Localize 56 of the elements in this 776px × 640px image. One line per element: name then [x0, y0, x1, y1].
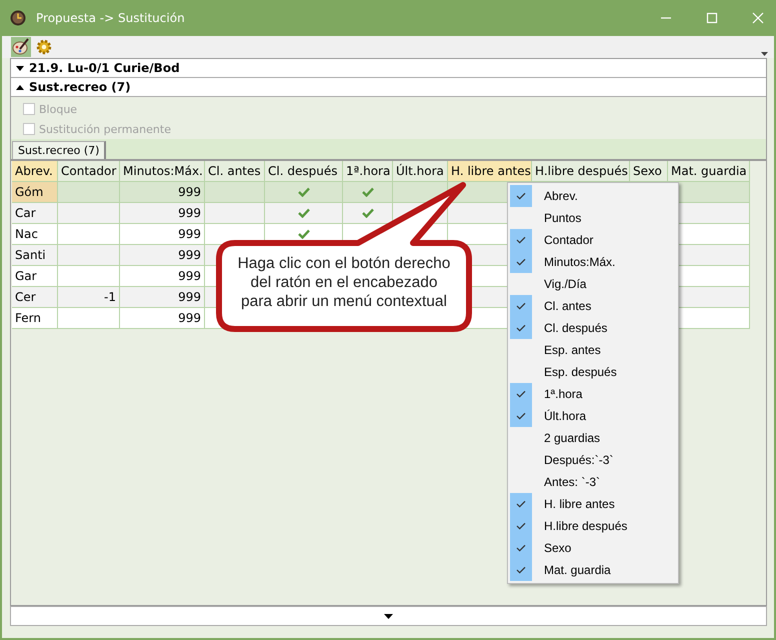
menu-item[interactable]: Puntos [508, 207, 678, 229]
menu-item[interactable]: 2 guardias [508, 427, 678, 449]
menu-item[interactable]: Antes: `-3` [508, 471, 678, 493]
menu-item[interactable]: Abrev. [508, 185, 678, 207]
checkmark-icon [362, 187, 374, 197]
checkmark-icon [516, 324, 526, 332]
section-header[interactable]: Sust.recreo (7) [11, 78, 766, 97]
menu-item[interactable]: H. libre antes [508, 493, 678, 515]
window-title: Propuesta -> Sustitución [36, 11, 185, 25]
menu-item[interactable]: Después:`-3` [508, 449, 678, 471]
menu-item[interactable]: Contador [508, 229, 678, 251]
checkmark-icon [516, 500, 526, 508]
checkmark-icon [516, 412, 526, 420]
collapse-arrow-icon[interactable] [16, 84, 24, 90]
menu-item[interactable]: Sexo [508, 537, 678, 559]
palette-icon[interactable] [11, 37, 31, 57]
checkmark-icon [516, 390, 526, 398]
checkmark-icon [516, 192, 526, 200]
menu-item[interactable]: Cl. después [508, 317, 678, 339]
maximize-icon[interactable] [706, 12, 718, 24]
callout-text: Haga clic con el botón derecho del ratón en el encabezado para abrir un menú contextual [237, 254, 451, 311]
table-cell [58, 308, 120, 329]
checkmark-icon [362, 208, 374, 218]
gear-icon[interactable] [35, 38, 53, 56]
menu-item[interactable]: H.libre después [508, 515, 678, 537]
checkmark-icon [516, 544, 526, 552]
caret-icon[interactable] [384, 614, 393, 618]
checkmark-icon [298, 187, 310, 197]
menu-item[interactable]: Últ.hora [508, 405, 678, 427]
checkmark-icon [516, 566, 526, 574]
table-cell: 999 [120, 308, 205, 329]
menu-item[interactable]: Cl. antes [508, 295, 678, 317]
checkmark-icon [516, 522, 526, 530]
menu-item[interactable]: 1ª.hora [508, 383, 678, 405]
table-cell: Fern [12, 308, 58, 329]
menu-item[interactable]: Esp. antes [508, 339, 678, 361]
menu-item[interactable]: Esp. después [508, 361, 678, 383]
checkbox-label: Bloque [39, 102, 78, 116]
checkbox-label: Sustitución permanente [39, 122, 171, 136]
column-header[interactable]: H. libre antes [448, 161, 532, 182]
expand-arrow-icon[interactable] [16, 66, 24, 70]
checkmark-icon [298, 208, 310, 218]
close-icon[interactable] [752, 12, 764, 24]
caret-icon[interactable] [761, 52, 768, 56]
menu-item[interactable]: Vig./Día [508, 273, 678, 295]
checkmark-icon [516, 236, 526, 244]
column-header[interactable]: Abrev. [12, 161, 58, 182]
clock-icon [10, 10, 26, 26]
tab[interactable]: Sust.recreo (7) [12, 141, 106, 159]
section-header[interactable]: 21.9. Lu-0/1 Curie/Bod [11, 59, 766, 78]
menu-item[interactable]: Mat. guardia [508, 559, 678, 581]
checkmark-icon [516, 302, 526, 310]
menu-item[interactable]: Minutos:Máx. [508, 251, 678, 273]
table-cell: Góm [12, 182, 58, 203]
checkmark-icon [298, 229, 310, 239]
checkmark-icon [516, 258, 526, 266]
